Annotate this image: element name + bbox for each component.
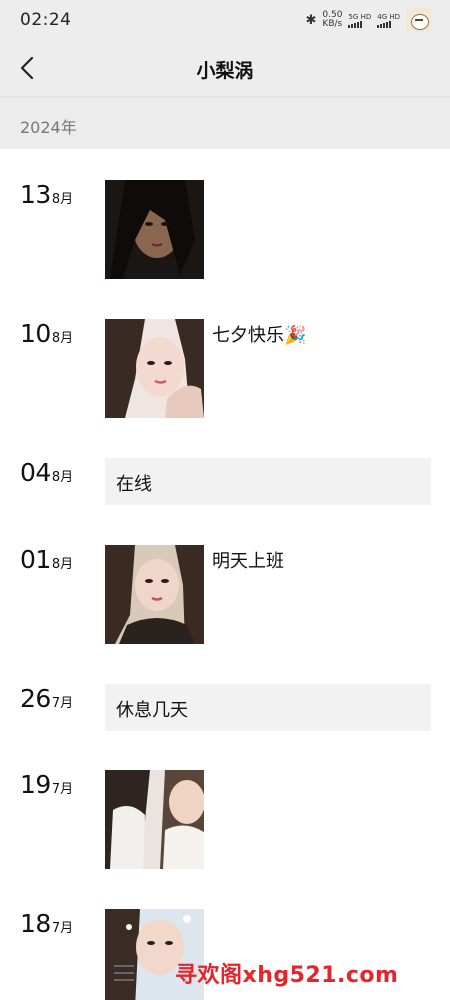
year-header: 2024年 [0,96,450,149]
post-photo[interactable] [105,770,204,869]
entry-month: 7月 [51,782,74,797]
entry-date: 10 8月 [20,319,73,348]
entry-month: 8月 [51,470,74,485]
entry-month: 8月 [51,192,74,207]
entry-month: 8月 [51,331,74,346]
network-speed: 0.50 KB/s [322,11,342,29]
status-time: 02:24 [20,10,72,30]
signal-icon: 5G HD [348,13,371,28]
entry-date: 01 8月 [20,545,73,574]
bottom-bar: 寻欢阁xhg521.com [0,950,450,1000]
text-post-card[interactable]: 在线 [105,458,431,505]
post-photo[interactable] [105,319,204,418]
entry-date: 26 7月 [20,684,73,713]
entry-month: 7月 [51,696,74,711]
entry-day: 04 [20,458,51,487]
entry-date: 18 7月 [20,909,73,938]
hamburger-menu-icon[interactable] [114,965,134,983]
text-post-card[interactable]: 休息几天 [105,684,431,731]
entry-day: 10 [20,319,51,348]
entry-month: 7月 [51,921,74,936]
text-post-body: 在线 [116,474,152,495]
entry-date: 13 8月 [20,180,73,209]
year-label: 2024年 [20,118,77,137]
post-photo[interactable] [105,180,204,279]
status-bar: 02:24 ✱ 0.50 KB/s 5G HD 4G HD [0,0,450,40]
entry-month: 8月 [51,557,74,572]
entry-day: 18 [20,909,51,938]
page-title: 小梨涡 [196,60,254,82]
network-label-2: 4G HD [377,12,400,21]
text-post-body: 休息几天 [116,700,188,721]
network-label-1: 5G HD [348,12,372,21]
entry-day: 19 [20,770,51,799]
signal-icon-2: 4G HD [377,13,400,28]
entry-date: 04 8月 [20,458,73,487]
entry-day: 01 [20,545,51,574]
avatar-icon [406,8,432,32]
post-caption: 明天上班 [212,551,284,572]
bluetooth-icon: ✱ [305,12,317,28]
entry-day: 13 [20,180,51,209]
entry-date: 19 7月 [20,770,73,799]
watermark: 寻欢阁xhg521.com [175,963,399,988]
moments-feed[interactable]: 13 8月 10 8月 七夕快乐🎉 04 8月 在线 01 8月 明天上班 26… [0,149,450,1000]
post-photo[interactable] [105,545,204,644]
post-caption: 七夕快乐🎉 [212,325,307,346]
nav-bar: 小梨涡 [0,40,450,96]
status-icons: ✱ 0.50 KB/s 5G HD 4G HD [306,8,432,32]
speed-unit: KB/s [322,19,343,29]
entry-day: 26 [20,684,51,713]
